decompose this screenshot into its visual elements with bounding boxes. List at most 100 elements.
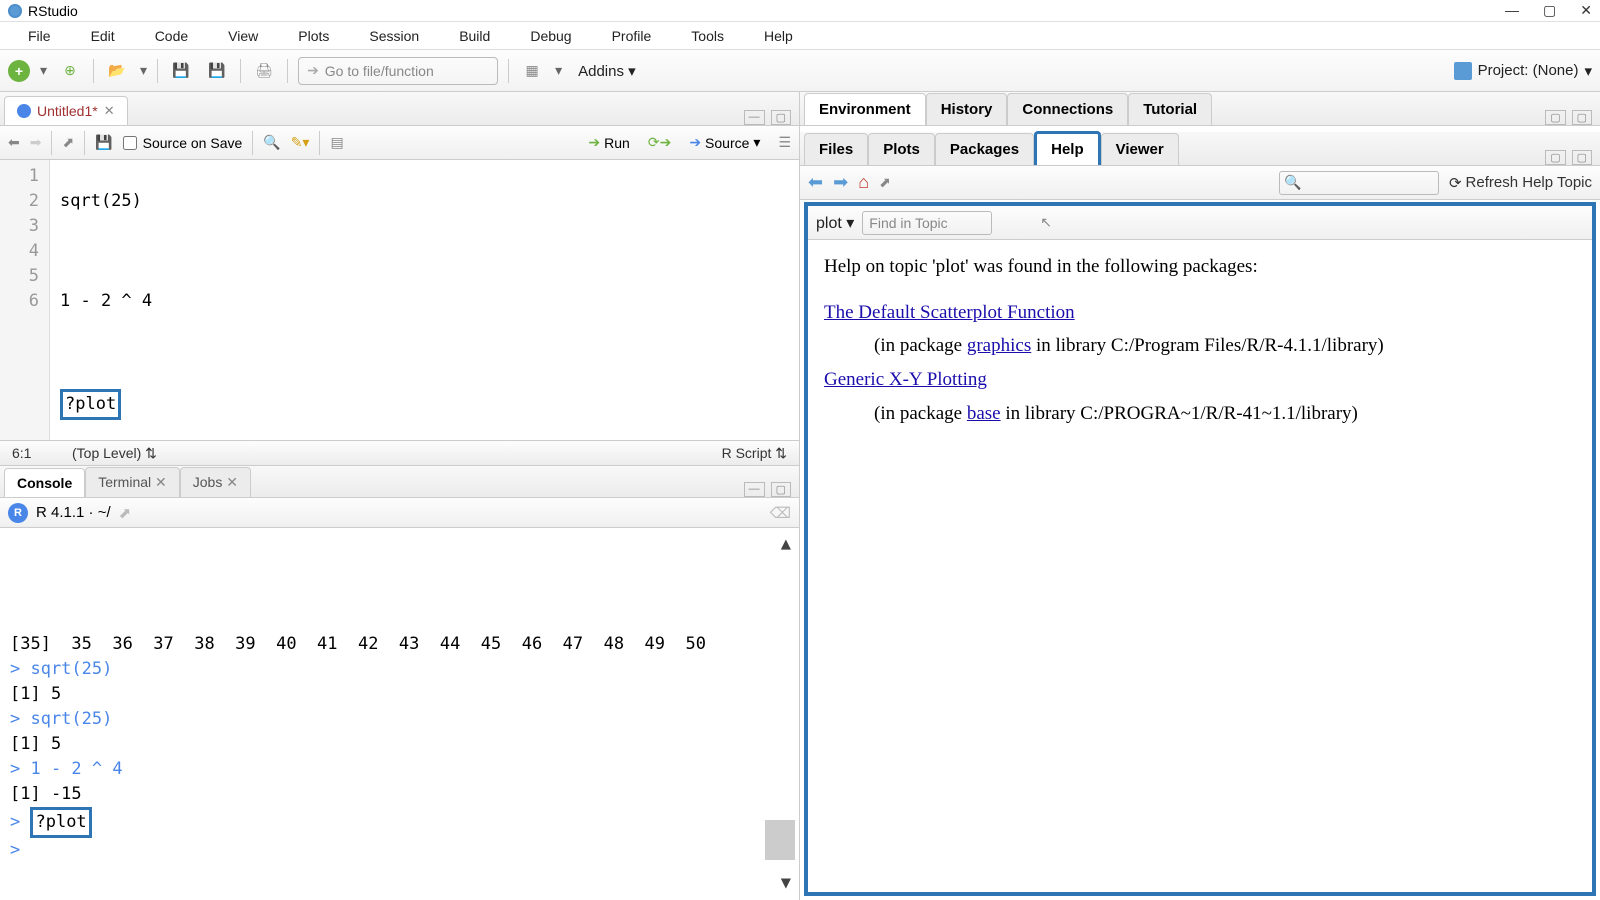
source-toolbar: ⬅ ➡ ⬈ 💾 Source on Save 🔍 ✎▾ ▤ ➔ Run ⟳➔ bbox=[0, 126, 799, 160]
console-tab[interactable]: Console bbox=[4, 468, 85, 497]
console-tabs: Console Terminal ✕ Jobs ✕ — ▢ bbox=[0, 466, 799, 498]
scrollbar-thumb[interactable] bbox=[765, 820, 795, 860]
help-pkg-graphics: (in package graphics in library C:/Progr… bbox=[874, 333, 1576, 359]
terminal-tab[interactable]: Terminal ✕ bbox=[85, 467, 180, 497]
maximize-button[interactable]: ▢ bbox=[1543, 2, 1556, 19]
separator bbox=[287, 59, 288, 83]
open-file-button[interactable]: 📂 bbox=[104, 58, 130, 84]
source-on-save-checkbox[interactable] bbox=[123, 136, 137, 150]
notebook-icon[interactable]: ▤ bbox=[330, 134, 343, 151]
menu-debug[interactable]: Debug bbox=[530, 28, 571, 44]
maximize-pane-icon[interactable]: ▢ bbox=[1572, 110, 1592, 125]
help-back-icon[interactable]: ⬅ bbox=[808, 172, 823, 193]
menu-code[interactable]: Code bbox=[155, 28, 188, 44]
minimize-pane-icon[interactable]: — bbox=[744, 482, 765, 497]
new-project-button[interactable]: ⊕ bbox=[57, 58, 83, 84]
close-button[interactable]: ✕ bbox=[1580, 2, 1592, 19]
project-selector[interactable]: Project: (None) ▾ bbox=[1454, 62, 1592, 80]
menu-help[interactable]: Help bbox=[764, 28, 793, 44]
clear-console-icon[interactable]: ⌫ bbox=[770, 504, 791, 522]
search-icon: 🔍 bbox=[1284, 174, 1301, 191]
view-tabs: Files Plots Packages Help Viewer ▢ ▢ bbox=[800, 132, 1600, 166]
refresh-help-button[interactable]: ⟳ Refresh Help Topic bbox=[1449, 174, 1592, 192]
dropdown-icon[interactable]: ▾ bbox=[40, 62, 47, 79]
forward-nav-icon[interactable]: ➡ bbox=[30, 134, 42, 151]
menu-profile[interactable]: Profile bbox=[612, 28, 652, 44]
new-file-button[interactable]: + bbox=[8, 60, 30, 82]
tab-history[interactable]: History bbox=[926, 93, 1008, 125]
restore-pane-icon[interactable]: ▢ bbox=[1545, 150, 1565, 165]
grid-button[interactable]: ▦ bbox=[519, 58, 545, 84]
back-nav-icon[interactable]: ⬅ bbox=[8, 134, 20, 151]
wand-icon[interactable]: ✎▾ bbox=[291, 134, 310, 151]
help-link-base[interactable]: base bbox=[967, 403, 1001, 424]
help-toolbar: ⬅ ➡ ⌂ ⬈ 🔍 ⟳ Refresh Help Topic bbox=[800, 166, 1600, 200]
source-arrow-icon: ➔ bbox=[689, 134, 701, 151]
print-button[interactable]: 🖨 bbox=[251, 58, 277, 84]
jobs-tab[interactable]: Jobs ✕ bbox=[180, 467, 251, 497]
scroll-down-icon[interactable]: ▼ bbox=[781, 871, 791, 896]
source-button[interactable]: ➔ Source ▾ bbox=[681, 132, 768, 153]
menu-edit[interactable]: Edit bbox=[91, 28, 115, 44]
source-tab[interactable]: Untitled1* ✕ bbox=[4, 96, 128, 125]
addins-menu[interactable]: Addins ▾ bbox=[572, 62, 642, 80]
help-link-xyplotting[interactable]: Generic X-Y Plotting bbox=[824, 369, 987, 390]
language-selector[interactable]: R Script ⇅ bbox=[722, 445, 787, 462]
app-logo-icon bbox=[8, 4, 22, 18]
tab-packages[interactable]: Packages bbox=[935, 133, 1034, 165]
restore-pane-icon[interactable]: ▢ bbox=[1545, 110, 1565, 125]
scroll-up-icon[interactable]: ▲ bbox=[781, 532, 791, 557]
close-tab-icon[interactable]: ✕ bbox=[104, 103, 115, 119]
help-forward-icon[interactable]: ➡ bbox=[833, 172, 848, 193]
source-tab-label: Untitled1* bbox=[37, 103, 98, 119]
minimize-button[interactable]: — bbox=[1505, 2, 1519, 19]
maximize-pane-icon[interactable]: ▢ bbox=[771, 482, 791, 497]
tab-tutorial[interactable]: Tutorial bbox=[1128, 93, 1212, 125]
pop-out-icon[interactable]: ⬈ bbox=[119, 504, 132, 522]
find-icon[interactable]: 🔍 bbox=[263, 134, 280, 151]
code-area[interactable]: sqrt(25) 1 - 2 ^ 4 ?plot bbox=[50, 160, 799, 440]
cursor-position: 6:1 bbox=[12, 445, 72, 461]
menu-tools[interactable]: Tools bbox=[691, 28, 724, 44]
run-button[interactable]: ➔ Run bbox=[580, 132, 637, 153]
code-line-2 bbox=[60, 239, 789, 264]
cursor-icon: ↖ bbox=[1040, 214, 1052, 231]
maximize-pane-icon[interactable]: ▢ bbox=[771, 110, 791, 125]
help-content-pane: plot ▾ Find in Topic ↖ Help on topic 'pl… bbox=[804, 202, 1596, 896]
menu-file[interactable]: File bbox=[28, 28, 51, 44]
help-home-icon[interactable]: ⌂ bbox=[858, 172, 869, 193]
tab-help[interactable]: Help bbox=[1034, 131, 1101, 165]
scope-selector[interactable]: (Top Level) ⇅ bbox=[72, 445, 722, 462]
menu-view[interactable]: View bbox=[228, 28, 258, 44]
rerun-button[interactable]: ⟳➔ bbox=[648, 134, 671, 151]
tab-connections[interactable]: Connections bbox=[1007, 93, 1128, 125]
help-topic-selector[interactable]: plot ▾ bbox=[816, 213, 854, 233]
source-editor[interactable]: 1 2 3 4 5 6 sqrt(25) 1 - 2 ^ 4 ?plot bbox=[0, 160, 799, 440]
code-line-1: sqrt(25) bbox=[60, 189, 789, 214]
tab-files[interactable]: Files bbox=[804, 133, 868, 165]
menu-build[interactable]: Build bbox=[459, 28, 490, 44]
help-link-graphics[interactable]: graphics bbox=[967, 335, 1031, 356]
tab-viewer[interactable]: Viewer bbox=[1101, 133, 1179, 165]
minimize-pane-icon[interactable]: — bbox=[744, 110, 765, 125]
help-link-scatterplot[interactable]: The Default Scatterplot Function bbox=[824, 302, 1075, 323]
save-icon[interactable]: 💾 bbox=[95, 134, 112, 151]
dropdown-icon: ▾ bbox=[753, 134, 760, 151]
console-output[interactable]: ▲ ▼ [35] 35 36 37 38 39 40 41 42 43 44 4… bbox=[0, 528, 799, 900]
outline-icon[interactable]: ☰ bbox=[778, 134, 791, 151]
save-button[interactable]: 💾 bbox=[168, 58, 194, 84]
menu-session[interactable]: Session bbox=[369, 28, 419, 44]
find-in-topic-input[interactable]: Find in Topic bbox=[862, 211, 992, 235]
maximize-pane-icon[interactable]: ▢ bbox=[1572, 150, 1592, 165]
save-all-button[interactable]: 💾 bbox=[204, 58, 230, 84]
tab-plots[interactable]: Plots bbox=[868, 133, 935, 165]
source-tabs: Untitled1* ✕ — ▢ bbox=[0, 92, 799, 126]
show-in-new-window-icon[interactable]: ⬈ bbox=[62, 134, 74, 151]
dropdown-icon[interactable]: ▾ bbox=[555, 62, 562, 79]
goto-file-input[interactable]: ➔ Go to file/function bbox=[298, 57, 498, 85]
menu-plots[interactable]: Plots bbox=[298, 28, 329, 44]
dropdown-icon[interactable]: ▾ bbox=[140, 62, 147, 79]
help-popup-icon[interactable]: ⬈ bbox=[879, 174, 891, 191]
tab-environment[interactable]: Environment bbox=[804, 93, 926, 125]
help-search-input[interactable]: 🔍 bbox=[1279, 171, 1439, 195]
